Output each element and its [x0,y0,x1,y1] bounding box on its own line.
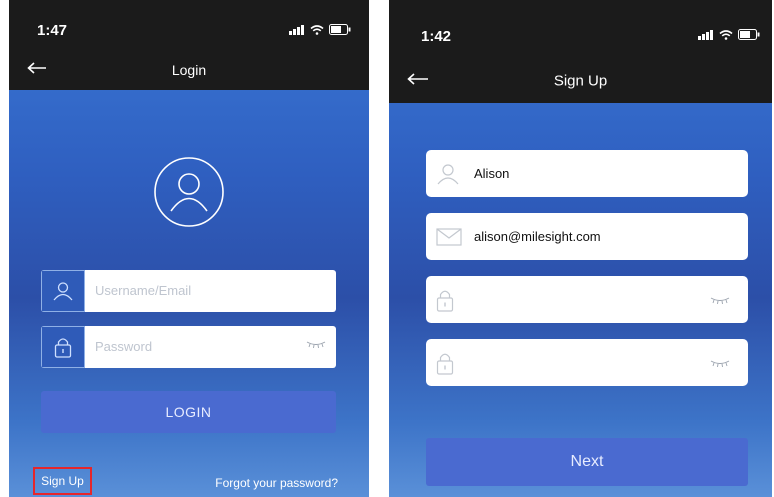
status-bar: 1:47 [9,0,369,50]
eye-closed-icon[interactable] [306,340,326,348]
user-icon [41,270,85,312]
login-navbar: Login [9,50,369,90]
sign-up-link[interactable]: Sign Up [33,467,92,495]
forgot-password-link[interactable]: Forgot your password? [215,476,338,490]
password-placeholder: Password [95,339,153,354]
wifi-icon [310,24,324,35]
email-field[interactable]: alison@milesight.com [426,213,748,260]
username-field[interactable]: Username/Email [41,270,336,312]
status-icons [289,24,351,35]
battery-icon [329,24,351,35]
lock-icon [436,353,454,375]
signup-navbar: Sign Up [389,58,772,103]
name-field[interactable]: Alison [426,150,748,197]
eye-closed-icon[interactable] [710,296,730,304]
password-field[interactable]: Password [41,326,336,368]
login-button[interactable]: LOGIN [41,391,336,433]
lock-icon [436,290,454,312]
eye-closed-icon[interactable] [710,359,730,367]
next-button[interactable]: Next [426,438,748,486]
confirm-password-field[interactable] [426,339,748,386]
status-bar: 1:42 [389,0,772,58]
signup-screen: 1:42 Sign Up Alison alison@milesight.com… [389,0,772,497]
user-icon [437,163,459,184]
user-circle-icon [154,157,224,227]
mail-icon [436,227,462,246]
wifi-icon [719,29,733,40]
page-title: Sign Up [553,72,608,89]
signal-icon [698,29,713,40]
lock-icon [41,326,85,368]
status-time: 1:47 [37,22,68,39]
status-icons [698,29,760,40]
login-screen: 1:47 Login Username/Email Password LOGIN… [9,0,369,497]
signal-icon [289,24,304,35]
page-title: Login [171,62,207,78]
password-field[interactable] [426,276,748,323]
battery-icon [738,29,760,40]
email-value: alison@milesight.com [474,229,601,244]
status-time: 1:42 [421,28,452,45]
username-placeholder: Username/Email [95,283,192,298]
name-value: Alison [474,166,510,181]
